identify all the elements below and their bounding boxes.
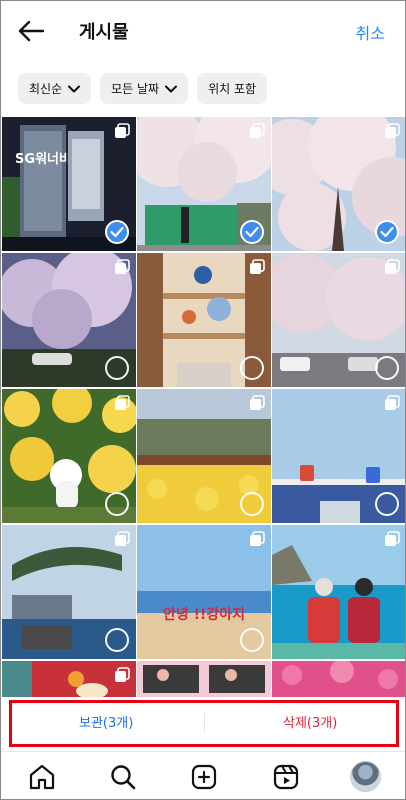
azalea-photo xyxy=(272,661,405,697)
profile-avatar[interactable] xyxy=(350,761,381,792)
select-checkbox[interactable] xyxy=(240,628,264,652)
beach-sign-text: 안녕 !!강아지 xyxy=(163,606,245,623)
carousel-icon xyxy=(115,395,130,410)
back-arrow-icon[interactable] xyxy=(17,19,45,43)
carousel-icon xyxy=(250,123,265,138)
post-thumbnail[interactable] xyxy=(2,253,136,387)
carousel-icon xyxy=(115,531,130,546)
post-grid: SG워너비 안녕 !!강아지 xyxy=(1,117,405,697)
carousel-icon xyxy=(385,259,400,274)
select-checkbox[interactable] xyxy=(105,628,129,652)
post-thumbnail[interactable] xyxy=(272,389,405,523)
divider xyxy=(204,713,205,733)
carousel-icon xyxy=(115,259,130,274)
page-title: 게시물 xyxy=(79,22,129,43)
select-checkbox-checked[interactable] xyxy=(375,220,399,244)
carousel-icon xyxy=(250,259,265,274)
header: 게시물 취소 xyxy=(1,1,405,61)
bottom-nav xyxy=(1,751,405,799)
archive-button[interactable]: 보관(3개) xyxy=(79,712,133,731)
post-thumbnail[interactable] xyxy=(137,661,271,697)
carousel-icon xyxy=(385,531,400,546)
photo-booth-photo xyxy=(137,661,271,697)
select-checkbox[interactable] xyxy=(240,492,264,516)
date-filter-chip[interactable]: 모든 날짜 xyxy=(100,73,189,104)
post-thumbnail[interactable] xyxy=(272,117,405,251)
select-checkbox-checked[interactable] xyxy=(240,220,264,244)
carousel-icon xyxy=(385,395,400,410)
post-thumbnail[interactable] xyxy=(137,117,271,251)
post-thumbnail[interactable] xyxy=(2,661,136,697)
select-checkbox[interactable] xyxy=(105,492,129,516)
post-thumbnail[interactable] xyxy=(2,525,136,659)
chevron-down-icon xyxy=(68,85,81,92)
select-checkbox[interactable] xyxy=(375,356,399,380)
carousel-icon xyxy=(250,531,265,546)
select-checkbox[interactable] xyxy=(375,492,399,516)
select-checkbox[interactable] xyxy=(240,356,264,380)
post-thumbnail[interactable] xyxy=(2,389,136,523)
filter-bar: 최신순 모든 날짜 위치 포함 xyxy=(18,73,268,104)
select-checkbox-checked[interactable] xyxy=(105,220,129,244)
location-filter-chip[interactable]: 위치 포함 xyxy=(197,73,268,104)
carousel-icon xyxy=(250,395,265,410)
chevron-down-icon xyxy=(165,85,178,92)
search-icon[interactable] xyxy=(108,762,138,792)
sort-filter-label: 최신순 xyxy=(29,82,63,96)
cancel-button[interactable]: 취소 xyxy=(356,20,385,44)
screen: 게시물 취소 최신순 모든 날짜 위치 포함 SG워너비 안녕 !!강아지 보관… xyxy=(0,0,406,800)
create-post-icon[interactable] xyxy=(189,762,219,792)
post-thumbnail[interactable]: SG워너비 xyxy=(2,117,136,251)
post-thumbnail[interactable] xyxy=(272,661,405,697)
carousel-icon xyxy=(385,123,400,138)
post-thumbnail[interactable] xyxy=(272,253,405,387)
post-thumbnail[interactable] xyxy=(137,389,271,523)
post-thumbnail[interactable] xyxy=(137,253,271,387)
select-checkbox[interactable] xyxy=(105,356,129,380)
date-filter-label: 모든 날짜 xyxy=(111,82,160,96)
bulk-action-bar: 보관(3개) 삭제(3개) xyxy=(1,697,405,751)
location-filter-label: 위치 포함 xyxy=(208,82,257,96)
post-thumbnail[interactable]: 안녕 !!강아지 xyxy=(137,525,271,659)
delete-button[interactable]: 삭제(3개) xyxy=(283,712,337,731)
carousel-icon xyxy=(115,667,130,682)
poster-text: SG워너비 xyxy=(15,151,71,167)
post-thumbnail[interactable] xyxy=(272,525,405,659)
carousel-icon xyxy=(115,123,130,138)
home-icon[interactable] xyxy=(27,762,57,792)
sort-filter-chip[interactable]: 최신순 xyxy=(18,73,92,104)
reels-icon[interactable] xyxy=(271,762,301,792)
